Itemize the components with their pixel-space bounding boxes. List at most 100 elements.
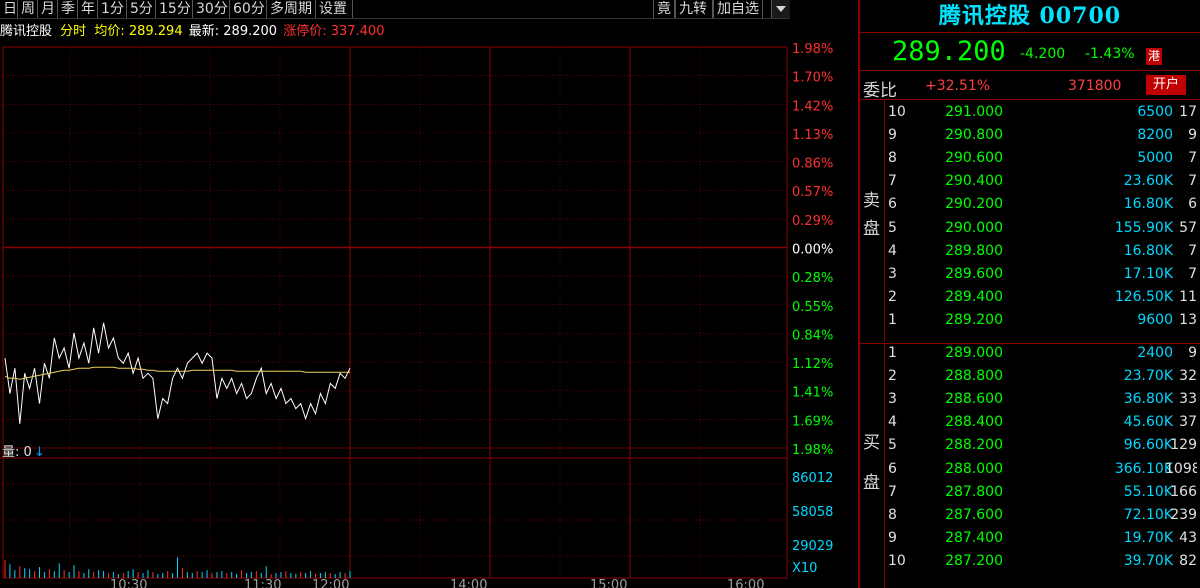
- ask-level: 6: [888, 196, 897, 213]
- ask-count: 6: [1188, 196, 1197, 213]
- ask-row[interactable]: 6 290.200 16.80K 6: [860, 193, 1200, 216]
- quote-change-pct: -1.43%: [1085, 46, 1135, 62]
- market-badge: 港: [1146, 48, 1162, 65]
- ask-row[interactable]: 9 290.800 8200 9: [860, 124, 1200, 147]
- period-button-5[interactable]: 1分: [98, 0, 127, 18]
- open-account-button[interactable]: 开户: [1146, 75, 1186, 95]
- bid-price: 287.800: [945, 483, 1003, 500]
- avg-price-label: 均价:: [94, 24, 125, 39]
- price-axis-label: 1.41%: [792, 386, 833, 401]
- toolbar-right-button-2[interactable]: 加自选: [713, 0, 763, 18]
- period-button-6[interactable]: 5分: [127, 0, 156, 18]
- ask-level: 7: [888, 173, 897, 190]
- volume-label: 量: 0: [2, 445, 32, 460]
- price-axis-label: 0.28%: [792, 271, 833, 286]
- bid-count: 32: [1179, 368, 1197, 385]
- ask-row[interactable]: 8 290.600 5000 7: [860, 147, 1200, 170]
- bid-row[interactable]: 10 287.200 39.70K 82: [860, 550, 1200, 573]
- bid-volume: 39.70K: [1123, 552, 1173, 569]
- period-button-9[interactable]: 60分: [230, 0, 267, 18]
- volume-axis-label: 86012: [792, 471, 833, 486]
- ask-price: 290.800: [945, 127, 1003, 144]
- bid-volume: 36.80K: [1123, 391, 1173, 408]
- price-axis-label: 0.55%: [792, 300, 833, 315]
- bid-count: 33: [1179, 391, 1197, 408]
- period-button-2[interactable]: 月: [38, 0, 58, 18]
- bid-count: 129: [1170, 437, 1197, 454]
- ask-level: 9: [888, 127, 897, 144]
- price-axis-label: 1.12%: [792, 357, 833, 372]
- ask-volume: 9600: [1137, 311, 1173, 328]
- period-button-1[interactable]: 周: [18, 0, 38, 18]
- bid-count: 1098: [1165, 460, 1197, 477]
- toolbar-right-button-0[interactable]: 竟: [653, 0, 675, 18]
- weibi-label: 委比: [863, 81, 897, 101]
- time-tick-label: 10:30: [110, 578, 147, 588]
- toolbar-right-button-1[interactable]: 九转: [675, 0, 713, 18]
- period-button-11[interactable]: 设置: [316, 0, 353, 18]
- ask-row[interactable]: 7 290.400 23.60K 7: [860, 170, 1200, 193]
- volume-axis-label: X10: [792, 561, 817, 576]
- ask-row[interactable]: 3 289.600 17.10K 7: [860, 263, 1200, 286]
- bid-level: 6: [888, 460, 897, 477]
- bid-volume: 72.10K: [1123, 506, 1173, 523]
- price-axis-label: 1.98%: [792, 443, 833, 458]
- intraday-chart[interactable]: 1.98% 1.70% 1.42% 1.13% 0.86% 0.57% 0.29% 0.00%…: [0, 38, 858, 588]
- period-button-0[interactable]: 日: [0, 0, 18, 18]
- ask-volume: 5000: [1137, 150, 1173, 167]
- bid-level: 4: [888, 414, 897, 431]
- ask-row[interactable]: 5 290.000 155.90K 57: [860, 217, 1200, 240]
- price-axis-label: 1.42%: [792, 99, 833, 114]
- quote-last-price: 289.200: [892, 36, 1006, 67]
- period-button-10[interactable]: 多周期: [267, 0, 316, 18]
- bid-row[interactable]: 5 288.200 96.60K 129: [860, 434, 1200, 457]
- bid-row[interactable]: 2 288.800 23.70K 32: [860, 365, 1200, 388]
- bid-row[interactable]: 4 288.400 45.60K 37: [860, 411, 1200, 434]
- bid-price: 288.400: [945, 414, 1003, 431]
- bid-price: 288.200: [945, 437, 1003, 454]
- divider: [860, 99, 1200, 100]
- bid-volume: 96.60K: [1123, 437, 1173, 454]
- ask-level: 1: [888, 311, 897, 328]
- bid-count: 166: [1170, 483, 1197, 500]
- ask-count: 11: [1179, 288, 1197, 305]
- period-button-4[interactable]: 年: [78, 0, 98, 18]
- ask-price: 290.000: [945, 219, 1003, 236]
- ask-row[interactable]: 4 289.800 16.80K 7: [860, 240, 1200, 263]
- period-toolbar: 日周月季年 1分 5分 15分 30分 60分 多周期 设置 竟九转 加自选: [0, 0, 790, 19]
- bid-row[interactable]: 9 287.400 19.70K 43: [860, 527, 1200, 550]
- avg-price-value: 289.294: [128, 24, 183, 39]
- price-axis-label: 1.69%: [792, 414, 833, 429]
- period-button-8[interactable]: 30分: [193, 0, 230, 18]
- chevron-down-icon[interactable]: [771, 0, 790, 18]
- time-tick-label: 15:00: [590, 578, 627, 588]
- ask-price: 289.600: [945, 265, 1003, 282]
- bid-volume: 2400: [1137, 345, 1173, 361]
- bid-row[interactable]: 8 287.600 72.10K 239: [860, 504, 1200, 527]
- bid-volume: 366.10K: [1114, 460, 1173, 477]
- bid-row[interactable]: 7 287.800 55.10K 166: [860, 481, 1200, 504]
- ask-price: 289.200: [945, 311, 1003, 328]
- panel-divider: [858, 0, 860, 588]
- bid-level: 3: [888, 391, 897, 408]
- ask-level: 2: [888, 288, 897, 305]
- ask-row[interactable]: 10 291.000 6500 17: [860, 101, 1200, 124]
- bid-price: 287.200: [945, 552, 1003, 569]
- bid-row[interactable]: 3 288.600 36.80K 33: [860, 388, 1200, 411]
- period-button-3[interactable]: 季: [58, 0, 78, 18]
- ask-row[interactable]: 1 289.200 9600 13: [860, 309, 1200, 332]
- weicha-value: 371800: [1068, 78, 1122, 94]
- bid-count: 43: [1179, 529, 1197, 546]
- quote-panel: 腾讯控股 00700 289.200 -4.200 -1.43% 港 委比 +3…: [860, 0, 1200, 588]
- ask-row[interactable]: 2 289.400 126.50K 11: [860, 286, 1200, 309]
- mode-label: 分时: [60, 24, 87, 39]
- period-button-7[interactable]: 15分: [156, 0, 193, 18]
- bid-row[interactable]: 6 288.000 366.10K 1098: [860, 458, 1200, 481]
- ask-level: 5: [888, 219, 897, 236]
- ask-volume: 23.60K: [1123, 173, 1173, 190]
- price-axis-label: 0.29%: [792, 214, 833, 229]
- ask-price: 290.200: [945, 196, 1003, 213]
- bid-row[interactable]: 1 289.000 2400 9: [860, 342, 1200, 365]
- ask-volume: 126.50K: [1114, 288, 1173, 305]
- bid-count: 37: [1179, 414, 1197, 431]
